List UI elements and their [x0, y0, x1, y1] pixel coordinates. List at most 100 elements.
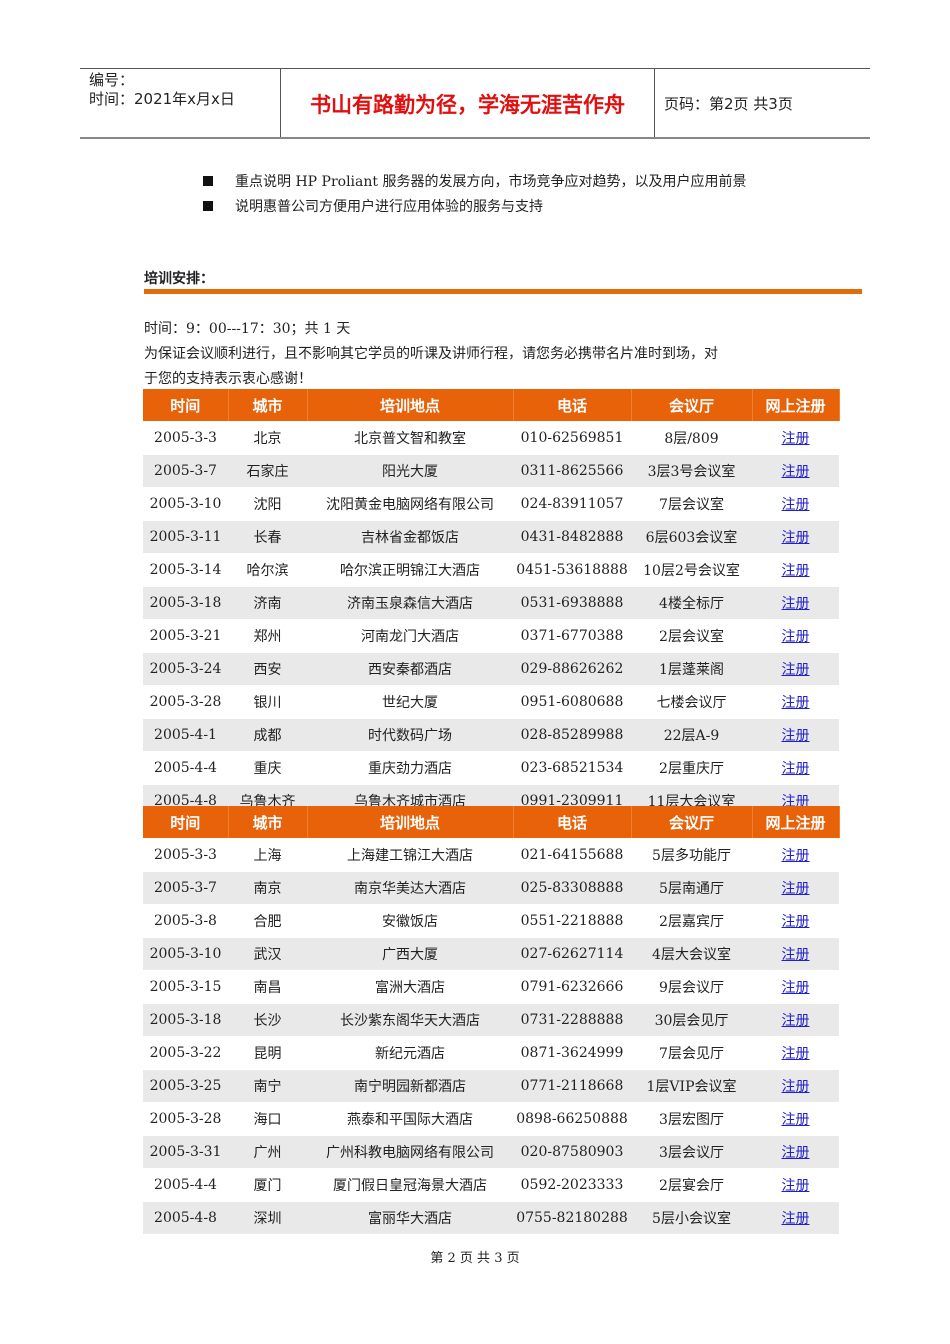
register-link[interactable]: 注册	[782, 914, 810, 930]
cell-register: 注册	[752, 685, 839, 719]
table-row: 2005-3-18 济南 济南玉泉森信大酒店 0531-6938888 4楼全标厅 注册	[143, 586, 839, 620]
cell-date: 2005-3-14	[143, 553, 228, 587]
register-link[interactable]: 注册	[782, 947, 810, 963]
notice-line: 为保证会议顺利进行，且不影响其它学员的听课及讲师行程，请您务必携带名片准时到场，…	[144, 346, 718, 362]
register-link[interactable]: 注册	[782, 1112, 810, 1128]
cell-city: 西安	[228, 652, 307, 686]
cell-venue: 西安秦都酒店	[307, 652, 513, 686]
register-link[interactable]: 注册	[782, 980, 810, 996]
cell-phone: 029-88626262	[513, 652, 631, 686]
cell-room: 4楼全标厅	[631, 586, 752, 620]
bullet-item: 说明惠普公司方便用户进行应用体验的服务与支持	[203, 196, 543, 216]
register-link[interactable]: 注册	[782, 695, 810, 711]
register-link[interactable]: 注册	[782, 497, 810, 513]
time-line: 时间：9：00---17：30；共 1 天	[144, 321, 351, 337]
cell-city: 厦门	[228, 1168, 307, 1202]
cell-venue: 富丽华大酒店	[307, 1201, 513, 1235]
register-link[interactable]: 注册	[782, 1046, 810, 1062]
cell-room: 9层会议厅	[631, 970, 752, 1004]
register-link[interactable]: 注册	[782, 1145, 810, 1161]
cell-room: 2层宴会厅	[631, 1168, 752, 1202]
cell-venue: 广州科教电脑网络有限公司	[307, 1135, 513, 1169]
cell-room: 22层A-9	[631, 718, 752, 752]
cell-room: 5层多功能厅	[631, 838, 752, 872]
table-row: 2005-3-3 上海 上海建工锦江大酒店 021-64155688 5层多功能厅 注册	[143, 838, 839, 872]
register-link[interactable]: 注册	[782, 464, 810, 480]
cell-room: 4层大会议室	[631, 937, 752, 971]
cell-room: 1层VIP会议室	[631, 1069, 752, 1103]
column-header: 时间	[143, 806, 229, 839]
register-link[interactable]: 注册	[782, 761, 810, 777]
cell-venue: 南宁明园新都酒店	[307, 1069, 513, 1103]
column-header: 城市	[228, 389, 308, 422]
table-header-row: 时间 城市 培训地点 电话 会议厅 网上注册	[143, 806, 840, 839]
table-row: 2005-3-28 银川 世纪大厦 0951-6080688 七楼会议厅 注册	[143, 685, 839, 719]
cell-phone: 0791-6232666	[513, 970, 631, 1004]
column-header: 网上注册	[752, 389, 840, 422]
register-link[interactable]: 注册	[782, 1211, 810, 1227]
cell-venue: 厦门假日皇冠海景大酒店	[307, 1168, 513, 1202]
table-row: 2005-3-8 合肥 安徽饭店 0551-2218888 2层嘉宾厅 注册	[143, 904, 839, 938]
column-header: 网上注册	[752, 806, 840, 839]
cell-city: 合肥	[228, 904, 307, 938]
register-link[interactable]: 注册	[782, 1178, 810, 1194]
cell-date: 2005-3-25	[143, 1069, 228, 1103]
bullet-item: 重点说明 HP Proliant 服务器的发展方向，市场竞争应对趋势，以及用户应…	[203, 171, 746, 191]
document-date-label: 时间：2021年x月x日	[89, 90, 235, 108]
cell-phone: 0451-53618888	[513, 553, 631, 587]
register-link[interactable]: 注册	[782, 596, 810, 612]
cell-city: 济南	[228, 586, 307, 620]
register-link[interactable]: 注册	[782, 563, 810, 579]
cell-register: 注册	[752, 553, 839, 587]
cell-venue: 富洲大酒店	[307, 970, 513, 1004]
cell-city: 石家庄	[228, 454, 307, 488]
cell-venue: 广西大厦	[307, 937, 513, 971]
cell-venue: 沈阳黄金电脑网络有限公司	[307, 487, 513, 521]
cell-phone: 0592-2023333	[513, 1168, 631, 1202]
cell-phone: 0731-2288888	[513, 1003, 631, 1037]
bullet-text: 重点说明 HP Proliant 服务器的发展方向，市场竞争应对趋势，以及用户应…	[235, 174, 747, 190]
schedule-table-south: 时间 城市 培训地点 电话 会议厅 网上注册 2005-3-3 上海 上海建工锦江大酒店 021-…	[143, 806, 840, 1235]
cell-city: 长沙	[228, 1003, 307, 1037]
register-link[interactable]: 注册	[782, 1013, 810, 1029]
cell-date: 2005-3-31	[143, 1135, 228, 1169]
register-link[interactable]: 注册	[782, 431, 810, 447]
cell-room: 1层蓬莱阁	[631, 652, 752, 686]
cell-phone: 020-87580903	[513, 1135, 631, 1169]
cell-phone: 0551-2218888	[513, 904, 631, 938]
table-row: 2005-3-15 南昌 富洲大酒店 0791-6232666 9层会议厅 注册	[143, 970, 839, 1004]
cell-phone: 028-85289988	[513, 718, 631, 752]
register-link[interactable]: 注册	[782, 881, 810, 897]
cell-venue: 河南龙门大酒店	[307, 619, 513, 653]
schedule-table-north: 时间 城市 培训地点 电话 会议厅 网上注册 2005-3-3 北京 北京普文智和教室 010-6…	[143, 389, 840, 818]
cell-register: 注册	[752, 421, 839, 455]
table-header-row: 时间 城市 培训地点 电话 会议厅 网上注册	[143, 389, 840, 422]
cell-venue: 世纪大厦	[307, 685, 513, 719]
register-link[interactable]: 注册	[782, 530, 810, 546]
cell-date: 2005-3-22	[143, 1036, 228, 1070]
register-link[interactable]: 注册	[782, 1079, 810, 1095]
cell-city: 武汉	[228, 937, 307, 971]
cell-venue: 安徽饭店	[307, 904, 513, 938]
table-row: 2005-3-14 哈尔滨 哈尔滨正明锦江大酒店 0451-53618888 10层2号…	[143, 553, 839, 587]
cell-date: 2005-3-10	[143, 937, 228, 971]
cell-venue: 长沙紫东阁华天大酒店	[307, 1003, 513, 1037]
register-link[interactable]: 注册	[782, 848, 810, 864]
cell-date: 2005-3-3	[143, 838, 228, 872]
cell-phone: 023-68521534	[513, 751, 631, 785]
cell-phone: 0771-2118668	[513, 1069, 631, 1103]
cell-venue: 新纪元酒店	[307, 1036, 513, 1070]
cell-city: 南京	[228, 871, 307, 905]
cell-city: 哈尔滨	[228, 553, 307, 587]
cell-register: 注册	[752, 1036, 839, 1070]
cell-room: 七楼会议厅	[631, 685, 752, 719]
cell-room: 2层重庆厅	[631, 751, 752, 785]
table-row: 2005-3-18 长沙 长沙紫东阁华天大酒店 0731-2288888 30层会见厅 注…	[143, 1003, 839, 1037]
cell-city: 南昌	[228, 970, 307, 1004]
register-link[interactable]: 注册	[782, 728, 810, 744]
cell-date: 2005-3-28	[143, 685, 228, 719]
register-link[interactable]: 注册	[782, 629, 810, 645]
register-link[interactable]: 注册	[782, 662, 810, 678]
cell-date: 2005-3-11	[143, 520, 228, 554]
table-row: 2005-3-10 沈阳 沈阳黄金电脑网络有限公司 024-83911057 7层会议室…	[143, 487, 839, 521]
